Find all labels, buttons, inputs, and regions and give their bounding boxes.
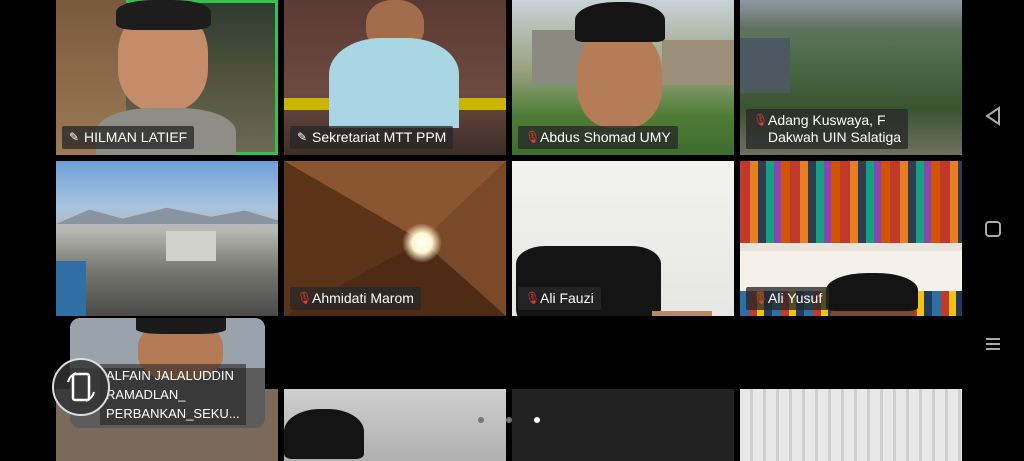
mic-off-icon: 🎙 — [525, 130, 541, 144]
name-label: 🎙 Ahmidati Marom — [290, 287, 421, 310]
ceiling-light — [402, 223, 442, 263]
background-building — [740, 38, 790, 93]
page-dot[interactable] — [506, 417, 512, 423]
recents-icon[interactable] — [984, 335, 1002, 353]
background-mountain — [740, 0, 962, 30]
video-tile-row3-4[interactable] — [740, 389, 962, 461]
bookshelf-top — [740, 161, 962, 243]
participant-hair — [136, 318, 226, 334]
system-nav-bar — [962, 0, 1024, 461]
video-tile-ali-fauzi[interactable]: 🎙 Ali Fauzi — [512, 161, 734, 316]
participant-hair — [116, 0, 211, 30]
shelf — [740, 243, 962, 251]
video-tile-adang-kuswaya[interactable]: 🎙 Adang Kuswaya, F Dakwah UIN Salatiga — [740, 0, 962, 155]
pin-icon: ✎ — [69, 130, 80, 144]
video-tile-abdus-shomad[interactable]: 🎙 Abdus Shomad UMY — [512, 0, 734, 155]
name-label: ✎ HILMAN LATIEF — [62, 126, 195, 149]
name-label: 🎙 Ali Yusuf — [746, 287, 830, 310]
page-indicator — [478, 417, 540, 423]
mic-off-icon: 🎙 — [753, 291, 769, 305]
page-dot[interactable] — [478, 417, 484, 423]
video-tile-sekretariat[interactable]: ✎ Sekretariat MTT PPM — [284, 0, 506, 155]
video-tile-ahmidati-marom[interactable]: 🎙 Ahmidati Marom — [284, 161, 506, 316]
rotate-screen-button[interactable] — [52, 358, 110, 416]
pip-name-line: PERBANKAN_SEKU... — [106, 406, 240, 421]
participant-body — [329, 38, 459, 128]
page-dot-current[interactable] — [534, 417, 540, 423]
pip-name-line: ALFAIN JALALUDDIN — [106, 368, 234, 383]
participant-face — [577, 28, 662, 128]
background-house — [662, 40, 734, 85]
participant-cap — [575, 2, 665, 42]
background-mountain — [56, 207, 278, 224]
video-tile-ali-yusuf[interactable]: 🎙 Ali Yusuf — [740, 161, 962, 316]
pin-icon: ✎ — [297, 130, 308, 144]
name-label: 🎙 Ali Fauzi — [518, 287, 601, 310]
video-tile-hilman-latief[interactable]: ✎ HILMAN LATIEF — [56, 0, 278, 155]
name-label: 🎙 Abdus Shomad UMY — [518, 126, 678, 149]
mic-off-icon: 🎙 — [753, 113, 769, 127]
home-icon[interactable] — [984, 220, 1002, 238]
participant-cap — [284, 409, 364, 459]
mic-off-icon: 🎙 — [297, 291, 313, 305]
participant-ear — [652, 311, 712, 316]
name-label: 🎙 Adang Kuswaya, F Dakwah UIN Salatiga — [746, 109, 909, 149]
background-building — [166, 231, 216, 261]
participant-cap — [826, 273, 918, 311]
video-tile-outdoor[interactable] — [56, 161, 278, 316]
mic-off-icon: 🎙 — [525, 291, 541, 305]
rotate-icon — [67, 372, 95, 402]
tent — [56, 261, 86, 316]
video-tile-row3-3[interactable] — [512, 389, 734, 461]
pip-name-label: ALFAIN JALALUDDIN RAMADLAN_ PERBANKAN_SE… — [100, 364, 246, 425]
back-icon[interactable] — [984, 106, 1002, 126]
video-tile-row3-2[interactable] — [284, 389, 506, 461]
name-label: ✎ Sekretariat MTT PPM — [290, 126, 454, 149]
pip-name-line: RAMADLAN_ — [106, 387, 186, 402]
